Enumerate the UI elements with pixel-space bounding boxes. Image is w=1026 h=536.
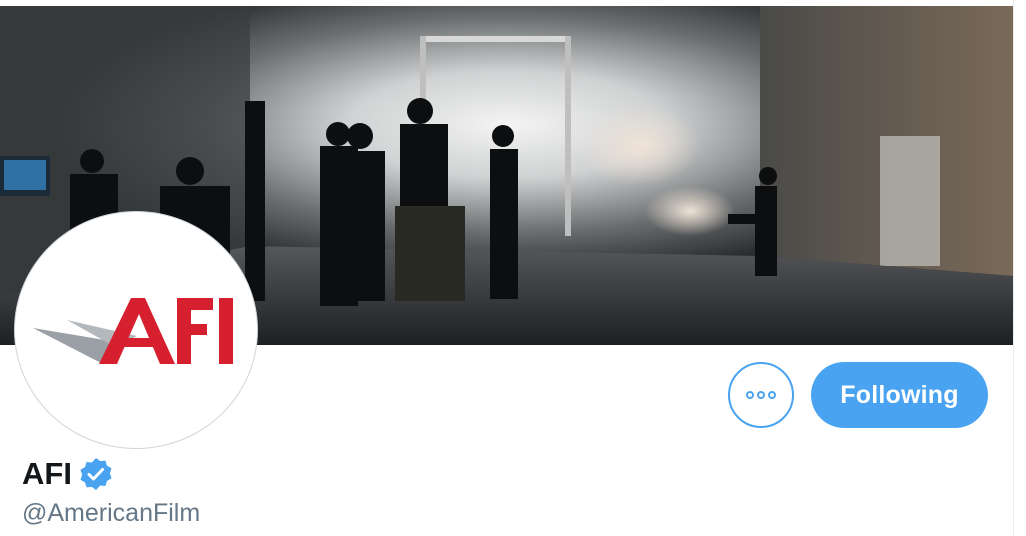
following-button[interactable]: Following: [811, 362, 988, 428]
verified-badge-icon: [80, 458, 112, 490]
more-options-button[interactable]: [728, 362, 794, 428]
display-name: AFI: [22, 456, 72, 491]
profile-header: Following AFI @AmericanFilm: [0, 0, 1026, 536]
profile-handle: @AmericanFilm: [22, 499, 201, 527]
profile-name-row: AFI: [22, 452, 114, 496]
afi-logo: [33, 298, 233, 364]
page-right-edge: [1013, 0, 1026, 536]
more-horizontal-icon: [746, 391, 776, 399]
profile-avatar[interactable]: [15, 212, 257, 448]
